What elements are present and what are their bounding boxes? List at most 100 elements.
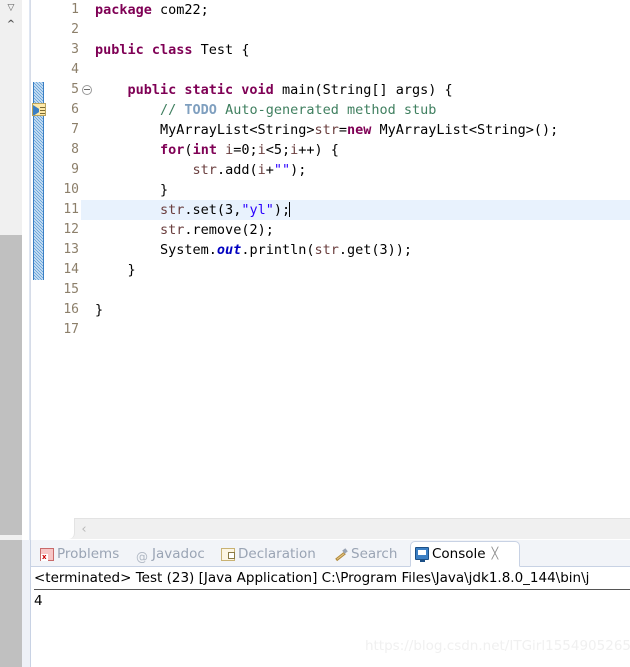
- line-number: 13: [63, 242, 79, 257]
- code-token: i: [257, 162, 266, 178]
- code-token: main(String[] args) {: [273, 82, 453, 98]
- code-token: public static void: [127, 82, 274, 98]
- code-token: i: [257, 142, 266, 158]
- code-token: (: [184, 142, 193, 158]
- code-token: "yl": [241, 202, 274, 218]
- code-token: .remove(2);: [184, 222, 274, 238]
- code-line[interactable]: [95, 60, 630, 80]
- code-token: str: [160, 222, 185, 238]
- code-line[interactable]: }: [95, 260, 630, 280]
- code-line[interactable]: str.remove(2);: [95, 220, 630, 240]
- line-number: 14: [63, 262, 79, 277]
- code-line[interactable]: public static void main(String[] args) {: [95, 80, 630, 100]
- code-token: MyArrayList<String>: [95, 122, 315, 138]
- code-token: }: [95, 262, 136, 278]
- code-token: .set(3,: [184, 202, 242, 218]
- code-folding-gutter[interactable]: [81, 0, 95, 518]
- editor-left-separator: [22, 0, 30, 540]
- code-token: str: [314, 242, 339, 258]
- code-token: +: [265, 162, 274, 178]
- code-token: public class: [95, 42, 193, 58]
- editor-vertical-scrollbar[interactable]: ▽ ^: [0, 0, 23, 540]
- tab-label: Declaration: [238, 546, 316, 562]
- code-token: .add(: [216, 162, 258, 178]
- code-token: }: [95, 302, 104, 318]
- tab-problems[interactable]: Problems: [36, 542, 128, 567]
- console-output-area[interactable]: <terminated> Test (23) [Java Application…: [31, 567, 630, 667]
- tab-label: Javadoc: [152, 546, 205, 562]
- code-token: ++) {: [298, 142, 339, 158]
- code-line[interactable]: [95, 280, 630, 300]
- editor-horizontal-scrollbar[interactable]: ‹: [31, 518, 630, 539]
- code-line[interactable]: [95, 320, 630, 340]
- code-token: new: [346, 122, 372, 138]
- code-line[interactable]: [95, 20, 630, 40]
- declaration-icon: [221, 547, 235, 561]
- line-number: 12: [63, 222, 79, 237]
- search-icon: [334, 548, 348, 561]
- tab-console[interactable]: Console ╳: [410, 541, 520, 567]
- bottom-view-stack: Problems @ Javadoc Declaration Search Console…: [0, 540, 630, 667]
- code-token: MyArrayList<String>();: [371, 122, 559, 138]
- problems-icon: [40, 547, 54, 561]
- view-tab-bar: Problems @ Javadoc Declaration Search Console…: [31, 540, 630, 567]
- code-token: com22;: [151, 2, 209, 18]
- code-token: str: [314, 122, 339, 138]
- code-text-area[interactable]: package com22; public class Test { publi…: [95, 0, 630, 518]
- line-number: 9: [71, 162, 79, 177]
- eclipse-ide-window: ▽ ^ 1 2 3 4 5 6 7 8 9 10 11 12 13 14 15 16 17 package co…: [0, 0, 630, 667]
- line-number: 15: [63, 282, 79, 297]
- code-token: out: [216, 242, 242, 258]
- code-line[interactable]: }: [95, 300, 630, 320]
- code-line[interactable]: str.add(i+"");: [95, 160, 630, 180]
- javadoc-icon: @: [136, 549, 148, 564]
- editor-panel: 1 2 3 4 5 6 7 8 9 10 11 12 13 14 15 16 17 package com22;…: [30, 0, 630, 540]
- code-line[interactable]: public class Test {: [95, 40, 630, 60]
- line-number: 11: [63, 202, 79, 217]
- code-token: for: [160, 142, 185, 158]
- code-token: =: [338, 122, 347, 138]
- code-line[interactable]: for(int i=0;i<5;i++) {: [95, 140, 630, 160]
- bottom-view-left-scrollbar[interactable]: [0, 540, 22, 667]
- todo-task-marker-icon[interactable]: [32, 103, 46, 116]
- editor-corner-notch: [31, 518, 75, 539]
- code-line[interactable]: System.out.println(str.get(3));: [95, 240, 630, 260]
- code-token: Test {: [192, 42, 250, 58]
- annotation-gutter[interactable]: [31, 0, 47, 518]
- tab-label: Search: [351, 546, 398, 562]
- code-line[interactable]: str.set(3,"yl");: [95, 200, 630, 220]
- collapse-all-icon[interactable]: ▽: [4, 2, 18, 14]
- tab-search[interactable]: Search: [330, 542, 406, 567]
- tab-javadoc[interactable]: @ Javadoc: [131, 542, 215, 567]
- code-line[interactable]: package com22;: [95, 0, 630, 20]
- fold-collapse-icon[interactable]: [82, 85, 92, 95]
- line-number-gutter: 1 2 3 4 5 6 7 8 9 10 11 12 13 14 15 16 17: [47, 0, 81, 518]
- code-line[interactable]: // TODO Auto-generated method stub: [95, 100, 630, 120]
- line-number: 5: [71, 82, 79, 97]
- line-number: 8: [71, 142, 79, 157]
- tab-label: Console: [432, 546, 486, 562]
- code-token: .println(: [241, 242, 315, 258]
- vertical-scrollbar-thumb[interactable]: [0, 235, 22, 535]
- line-number: 16: [63, 302, 79, 317]
- line-number: 17: [63, 322, 79, 337]
- close-icon[interactable]: ╳: [492, 542, 499, 566]
- line-number: 2: [71, 22, 79, 37]
- code-token: "": [273, 162, 291, 178]
- tab-declaration[interactable]: Declaration: [217, 542, 327, 567]
- line-number: 1: [71, 2, 79, 17]
- code-line[interactable]: MyArrayList<String>str=new MyArrayList<S…: [95, 120, 630, 140]
- code-line[interactable]: }: [95, 180, 630, 200]
- tab-label: Problems: [57, 546, 120, 562]
- code-token: .get(3));: [338, 242, 413, 258]
- code-token: Auto-generated method stub: [216, 102, 437, 118]
- console-process-label: <terminated> Test (23) [Java Application…: [34, 569, 630, 590]
- code-token: );: [273, 202, 291, 218]
- scroll-left-arrow-icon[interactable]: ‹: [75, 520, 93, 539]
- scroll-up-chevron-icon[interactable]: ^: [4, 18, 18, 32]
- code-token: str: [160, 202, 185, 218]
